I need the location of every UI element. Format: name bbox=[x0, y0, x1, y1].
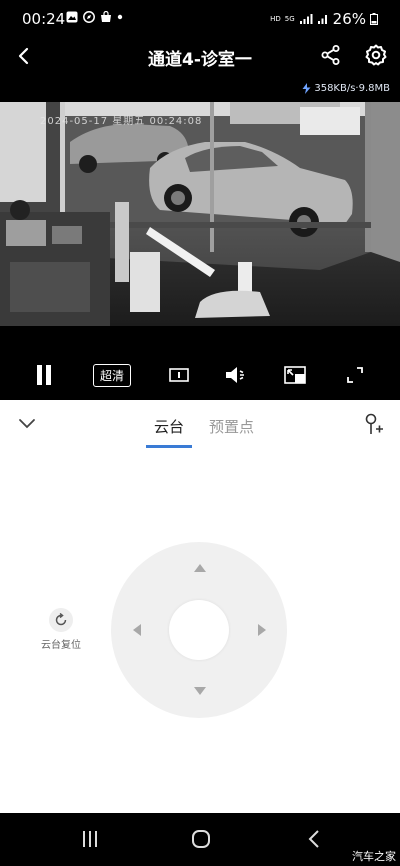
quality-label: 超清 bbox=[92, 363, 131, 387]
pan-down-arrow-icon[interactable] bbox=[193, 686, 207, 696]
status-notification-icons bbox=[66, 11, 123, 23]
pan-right-arrow-icon[interactable] bbox=[257, 623, 267, 637]
video-feed[interactable]: 2024-05-17 星期五 00:24:08 bbox=[0, 102, 400, 326]
rotate-reset-icon bbox=[55, 613, 67, 626]
pip-button[interactable] bbox=[280, 355, 310, 395]
stream-rate-text: 358KB/s·9.8MB bbox=[314, 83, 390, 94]
status-right: HD 5G 26% bbox=[270, 10, 378, 28]
tab-presets[interactable]: 预置点 bbox=[209, 416, 254, 437]
hd-label: HD bbox=[270, 14, 281, 23]
tab-ptz[interactable]: 云台 bbox=[154, 416, 184, 437]
battery-icon bbox=[370, 13, 378, 25]
network-type: 5G bbox=[284, 14, 295, 23]
back-nav-icon[interactable] bbox=[306, 829, 322, 849]
pause-icon bbox=[37, 365, 51, 385]
share-icon[interactable] bbox=[320, 44, 342, 66]
settings-gear-icon[interactable] bbox=[364, 43, 388, 67]
reset-circle bbox=[49, 608, 73, 632]
gallery-icon bbox=[66, 11, 78, 23]
active-tab-indicator bbox=[146, 445, 192, 448]
signal-icon-2 bbox=[317, 15, 327, 24]
add-location-pin-icon[interactable] bbox=[362, 412, 386, 436]
ptz-reset-label: 云台复位 bbox=[41, 640, 81, 651]
ptz-center-knob[interactable] bbox=[169, 600, 229, 660]
watermark: 汽车之家 bbox=[352, 850, 396, 863]
dot-icon bbox=[117, 14, 123, 20]
shopping-bag-icon bbox=[101, 11, 111, 22]
speaker-muted-icon bbox=[226, 367, 244, 383]
home-icon[interactable] bbox=[191, 829, 211, 849]
stream-rate: 358KB/s·9.8MB bbox=[302, 83, 390, 94]
pan-up-arrow-icon[interactable] bbox=[193, 563, 207, 573]
playback-controls: 超清 bbox=[0, 355, 400, 395]
collapse-chevron-down-icon[interactable] bbox=[18, 416, 36, 430]
quality-button[interactable]: 超清 bbox=[88, 355, 136, 395]
signal-icon bbox=[299, 14, 313, 24]
ptz-reset-button[interactable]: 云台复位 bbox=[35, 608, 87, 651]
pause-button[interactable] bbox=[30, 355, 58, 395]
recent-apps-icon[interactable] bbox=[80, 830, 100, 848]
mute-button[interactable] bbox=[222, 355, 252, 395]
top-app-bar: 通道4-诊室一 bbox=[0, 38, 400, 80]
compass-icon bbox=[83, 11, 95, 23]
status-bar: 00:24 HD 5G 26% bbox=[0, 0, 400, 38]
fullscreen-button[interactable] bbox=[340, 355, 370, 395]
status-time: 00:24 bbox=[22, 10, 66, 28]
camera-image bbox=[0, 102, 400, 326]
picture-in-picture-icon bbox=[284, 366, 306, 384]
fullscreen-icon bbox=[347, 367, 363, 383]
pan-left-arrow-icon[interactable] bbox=[132, 623, 142, 637]
battery-percent: 26% bbox=[332, 10, 366, 28]
video-timestamp: 2024-05-17 星期五 00:24:08 bbox=[40, 116, 203, 127]
one-screen-button[interactable] bbox=[164, 355, 194, 395]
system-nav-bar: 汽车之家 bbox=[0, 813, 400, 866]
single-view-icon bbox=[169, 368, 189, 382]
lightning-icon bbox=[302, 83, 311, 94]
